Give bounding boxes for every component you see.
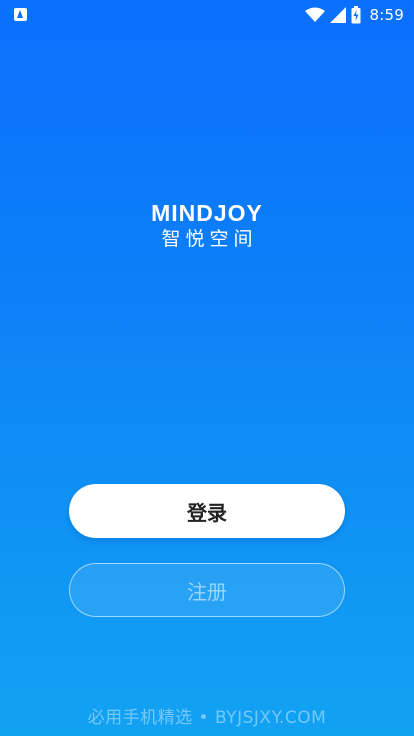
register-button[interactable]: 注册 — [69, 563, 345, 617]
app-notification-icon — [14, 8, 27, 21]
watermark-text: 必用手机精选 • BYJSJXY.COM — [87, 708, 327, 728]
app-logo: MINDJOY 智悦空间 — [0, 198, 414, 250]
brand-name-en: MINDJOY — [151, 200, 263, 226]
status-bar: 8:59 — [0, 0, 414, 30]
battery-icon — [351, 6, 361, 24]
wifi-icon — [304, 7, 325, 23]
status-icons: 8:59 — [304, 5, 404, 25]
login-button[interactable]: 登录 — [69, 484, 345, 538]
status-time: 8:59 — [369, 6, 404, 24]
signal-icon — [329, 7, 346, 23]
brand-name-cn: 智悦空间 — [161, 228, 258, 250]
